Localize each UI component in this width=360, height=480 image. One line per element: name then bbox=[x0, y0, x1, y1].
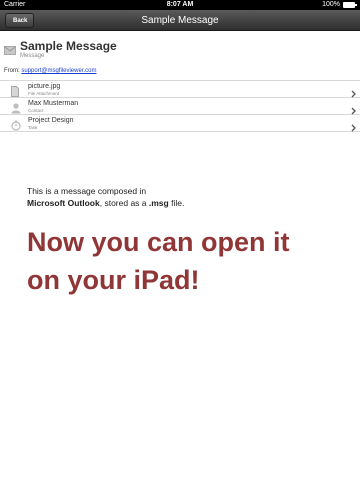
attachment-list: picture.jpg File Attachment Max Musterma… bbox=[0, 80, 360, 132]
attachment-item-contact[interactable]: Max Musterman Contact bbox=[0, 98, 360, 115]
body-line-1: This is a message composed in bbox=[27, 186, 147, 196]
message-subject: Sample Message bbox=[20, 39, 117, 53]
message-kind: Message bbox=[20, 53, 45, 59]
battery-icon bbox=[343, 2, 357, 8]
from-label: From: bbox=[4, 68, 20, 74]
chevron-right-icon bbox=[351, 119, 356, 137]
headline-line-2: on your iPad! bbox=[27, 265, 200, 295]
attachment-type: File Attachment bbox=[28, 91, 60, 96]
battery-percent: 100% bbox=[322, 1, 340, 8]
timer-icon bbox=[11, 118, 21, 136]
body-app-name: Microsoft Outlook bbox=[27, 198, 100, 208]
attachment-type: Task bbox=[28, 125, 38, 130]
body-line-2: Microsoft Outlook, stored as a .msg file… bbox=[27, 197, 347, 209]
attachment-name: Project Design bbox=[28, 117, 74, 124]
body-text: , stored as a bbox=[99, 198, 149, 208]
attachment-name: Max Musterman bbox=[28, 100, 79, 107]
from-line: From: support@msgfileviewer.com bbox=[4, 68, 96, 74]
body-headline: Now you can open it on your iPad! bbox=[27, 223, 347, 299]
attachment-item-picture[interactable]: picture.jpg File Attachment bbox=[0, 81, 360, 98]
envelope-icon bbox=[4, 42, 16, 60]
sender-email-link[interactable]: support@msgfileviewer.com bbox=[21, 68, 96, 74]
status-bar: Carrier 8:07 AM 100% bbox=[0, 0, 360, 10]
attachment-item-task[interactable]: Project Design Task bbox=[0, 115, 360, 132]
attachment-type: Contact bbox=[28, 108, 44, 113]
body-file-ext: .msg bbox=[148, 198, 169, 208]
message-body: This is a message composed in Microsoft … bbox=[27, 185, 347, 299]
clock: 8:07 AM bbox=[166, 1, 194, 8]
message-header: Sample Message Message From: support@msg… bbox=[0, 32, 360, 80]
body-text: file. bbox=[168, 198, 185, 208]
page-title: Sample Message bbox=[141, 15, 219, 26]
attachment-name: picture.jpg bbox=[28, 83, 61, 90]
headline-line-1: Now you can open it bbox=[27, 227, 290, 257]
navigation-bar: Back Sample Message bbox=[0, 10, 360, 31]
